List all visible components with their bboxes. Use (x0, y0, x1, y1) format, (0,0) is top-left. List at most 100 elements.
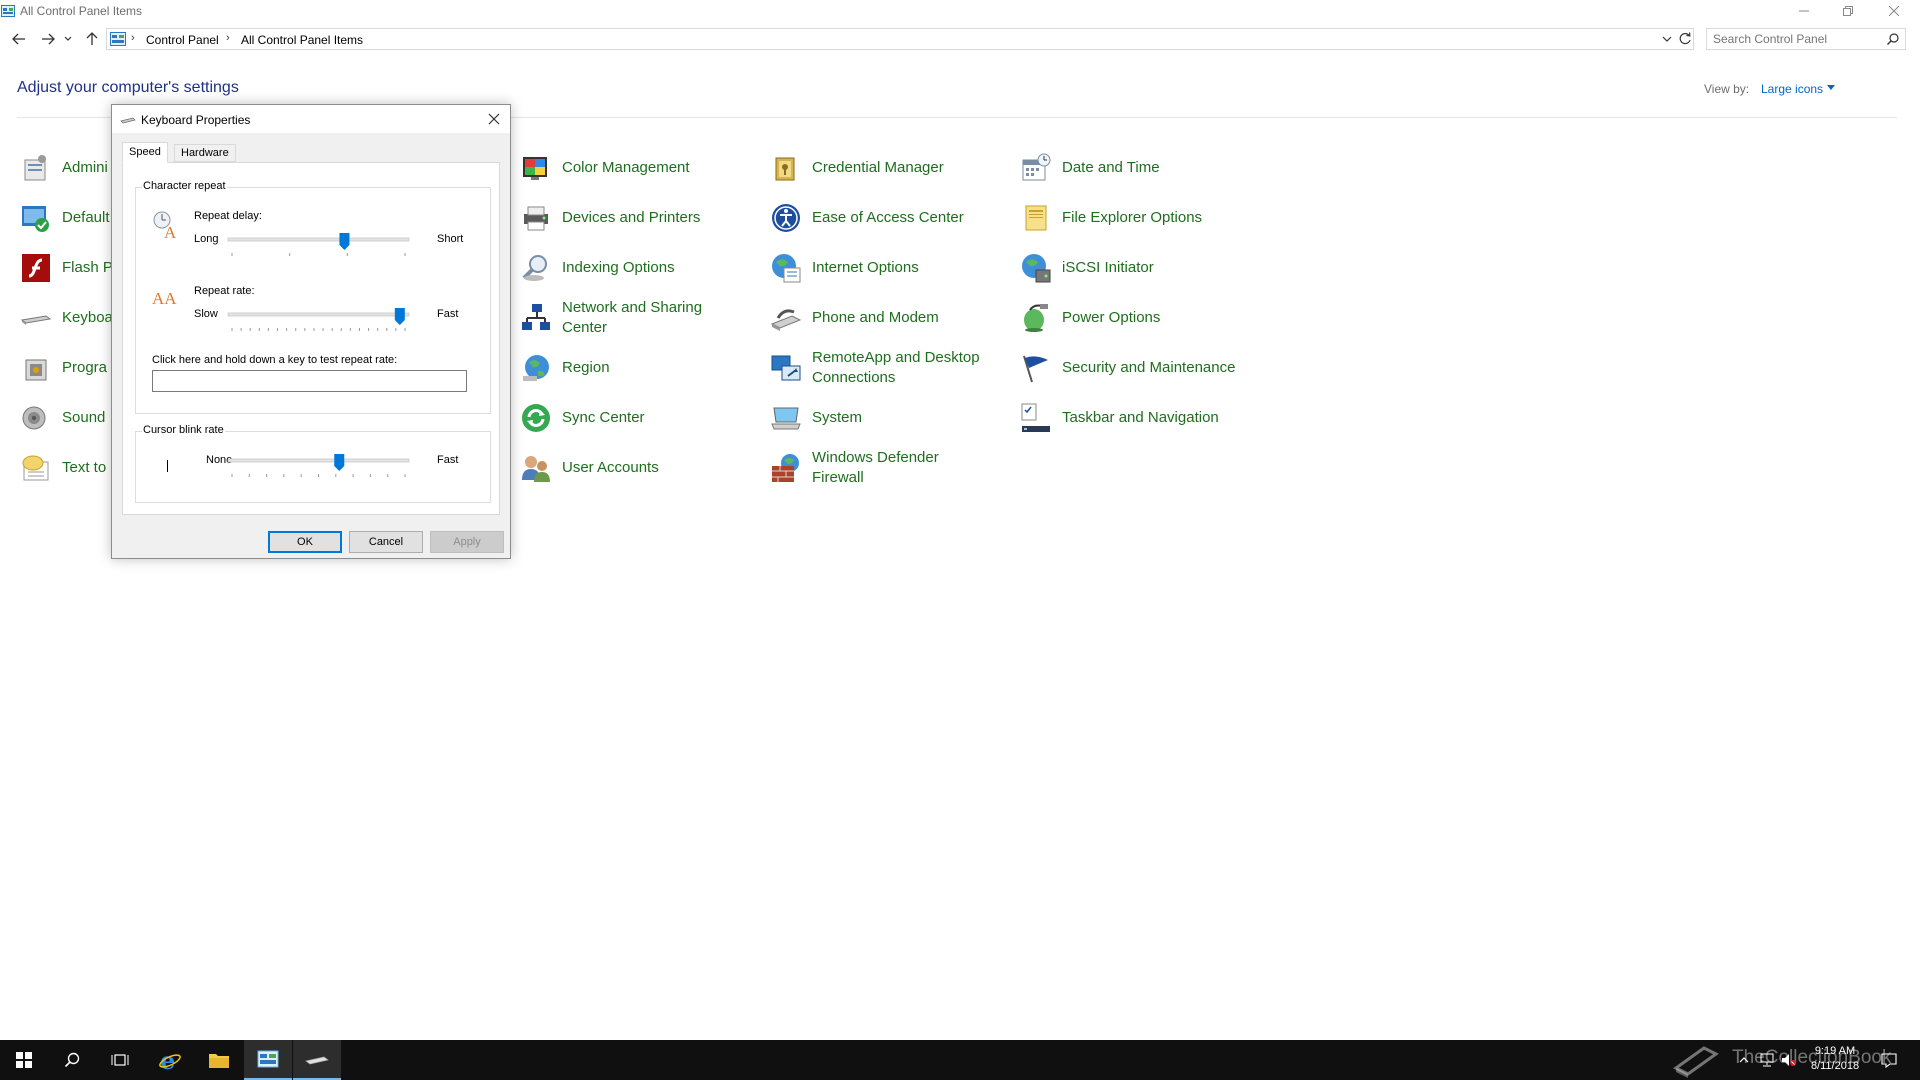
test-repeat-input[interactable] (152, 370, 467, 392)
navigation-bar: › Control Panel › All Control Panel Item… (0, 27, 1920, 51)
close-icon (488, 113, 500, 125)
tab-hardware[interactable]: Hardware (174, 144, 236, 162)
network-icon (1760, 1053, 1774, 1067)
cp-item-label: Indexing Options (562, 259, 675, 276)
breadcrumb-separator-icon[interactable]: › (131, 32, 135, 44)
arrow-up-icon (86, 32, 98, 45)
cp-item-label: File Explorer Options (1062, 209, 1203, 226)
refresh-icon[interactable] (1677, 31, 1693, 47)
dialog-close-button[interactable] (484, 109, 504, 129)
cp-item-label: Taskbar and Navigation (1062, 409, 1219, 426)
cp-item-label: Region (562, 359, 610, 376)
address-bar[interactable]: › Control Panel › All Control Panel Item… (106, 28, 1694, 50)
repeat-delay-slider[interactable] (226, 233, 411, 263)
tray-chevron-button[interactable] (1734, 1040, 1754, 1080)
system-icon (771, 407, 801, 430)
search-input[interactable] (1713, 31, 1881, 47)
chevron-down-icon[interactable] (1660, 32, 1674, 46)
view-by-label: View by: (1704, 82, 1750, 96)
restore-button[interactable] (1826, 0, 1870, 22)
slider-track[interactable] (227, 237, 410, 242)
up-button[interactable] (81, 27, 103, 51)
view-by-dropdown[interactable]: Large icons (1761, 82, 1823, 96)
cp-item-label: Color Management (562, 159, 690, 176)
cp-item-label: Flash P (62, 259, 113, 276)
cursor-blink-slider[interactable] (226, 454, 411, 484)
repeat-rate-label: Repeat rate: (194, 285, 255, 297)
volume-tray-button[interactable] (1778, 1040, 1800, 1080)
keyboard-properties-dialog: Keyboard Properties Speed Hardware Chara… (111, 104, 511, 559)
start-button[interactable] (0, 1040, 48, 1080)
caret-down-icon[interactable] (1827, 85, 1835, 91)
apply-button[interactable]: Apply (430, 531, 504, 553)
cp-item-label: Power Options (1062, 309, 1161, 326)
window-title-bar: All Control Panel Items (0, 0, 1920, 24)
control-panel-taskbar-button[interactable] (244, 1040, 292, 1080)
forward-button[interactable] (37, 27, 59, 51)
tab-speed[interactable]: Speed (122, 142, 168, 163)
restore-icon (1843, 6, 1853, 16)
breadcrumb-separator-icon[interactable]: › (226, 32, 230, 44)
search-box[interactable] (1706, 28, 1906, 50)
notification-icon (1881, 1053, 1897, 1068)
cancel-button[interactable]: Cancel (349, 531, 423, 553)
dialog-title-bar[interactable]: Keyboard Properties (112, 105, 510, 133)
taskbar: e TheCollectionBook 9:19 AM 8/11/2018 (0, 1040, 1920, 1080)
breadcrumb-control-panel[interactable]: Control Panel (146, 33, 219, 47)
cp-item-label: Default (62, 209, 110, 226)
book-watermark-icon (1673, 1046, 1719, 1078)
sync-center-icon (522, 404, 550, 432)
keyboard-icon (305, 1056, 329, 1065)
close-button[interactable] (1872, 0, 1916, 22)
control-panel-icon (1, 5, 15, 17)
arrow-right-icon (42, 33, 55, 45)
slider-track[interactable] (227, 458, 410, 463)
search-taskbar-button[interactable] (48, 1040, 96, 1080)
color-management-icon (523, 157, 547, 180)
ok-button[interactable]: OK (268, 531, 342, 553)
slider-thumb[interactable] (394, 308, 405, 325)
breadcrumb-all-items[interactable]: All Control Panel Items (241, 33, 363, 47)
file-explorer-taskbar-button[interactable] (195, 1040, 243, 1080)
power-options-icon (1024, 304, 1048, 332)
cp-item-label: RemoteApp and Desktop Connections (812, 349, 980, 386)
chevron-down-icon (64, 36, 72, 41)
slider-thumb[interactable] (334, 454, 345, 471)
keyboard-icon (20, 315, 52, 325)
internet-explorer-taskbar-button[interactable]: e (146, 1040, 194, 1080)
text-to-speech-icon (22, 455, 49, 481)
control-panel-icon (110, 32, 126, 46)
slider-thumb[interactable] (339, 233, 350, 250)
recent-locations-button[interactable] (62, 27, 74, 51)
task-view-button[interactable] (96, 1040, 144, 1080)
repeat-delay-min-label: Long (194, 233, 219, 245)
internet-explorer-icon: e (159, 1048, 181, 1072)
repeat-rate-slider[interactable] (226, 308, 411, 338)
svg-text:A: A (164, 223, 177, 240)
slider-track[interactable] (227, 312, 410, 317)
start-icon (16, 1052, 32, 1068)
taskbar-clock[interactable]: 9:19 AM 8/11/2018 (1800, 1044, 1870, 1074)
keyboard-properties-taskbar-button[interactable] (293, 1040, 341, 1080)
default-programs-icon (22, 206, 49, 232)
minimize-button[interactable] (1782, 0, 1826, 22)
cp-item-label: Ease of Access Center (812, 209, 964, 226)
character-repeat-group: Character repeat A Repeat delay: Long Sh… (135, 180, 491, 414)
taskbar-navigation-icon (1021, 403, 1050, 432)
date-time-icon (1022, 153, 1051, 181)
cp-item-label: System (812, 409, 863, 426)
action-center-button[interactable] (1874, 1040, 1904, 1080)
flash-player-icon (22, 254, 50, 282)
cp-item-label: Date and Time (1062, 159, 1160, 176)
search-icon[interactable] (1886, 32, 1900, 46)
cp-item-label: Phone and Modem (812, 309, 939, 326)
repeat-delay-max-label: Short (437, 233, 464, 245)
internet-options-icon (772, 254, 801, 283)
iscsi-initiator-icon (1022, 254, 1051, 283)
repeat-rate-icon: AA (152, 289, 177, 308)
back-button[interactable] (8, 27, 30, 51)
indexing-options-icon (522, 255, 547, 281)
page-title: Adjust your computer's settings (17, 79, 239, 96)
remoteapp-icon (771, 355, 801, 381)
network-tray-button[interactable] (1756, 1040, 1778, 1080)
